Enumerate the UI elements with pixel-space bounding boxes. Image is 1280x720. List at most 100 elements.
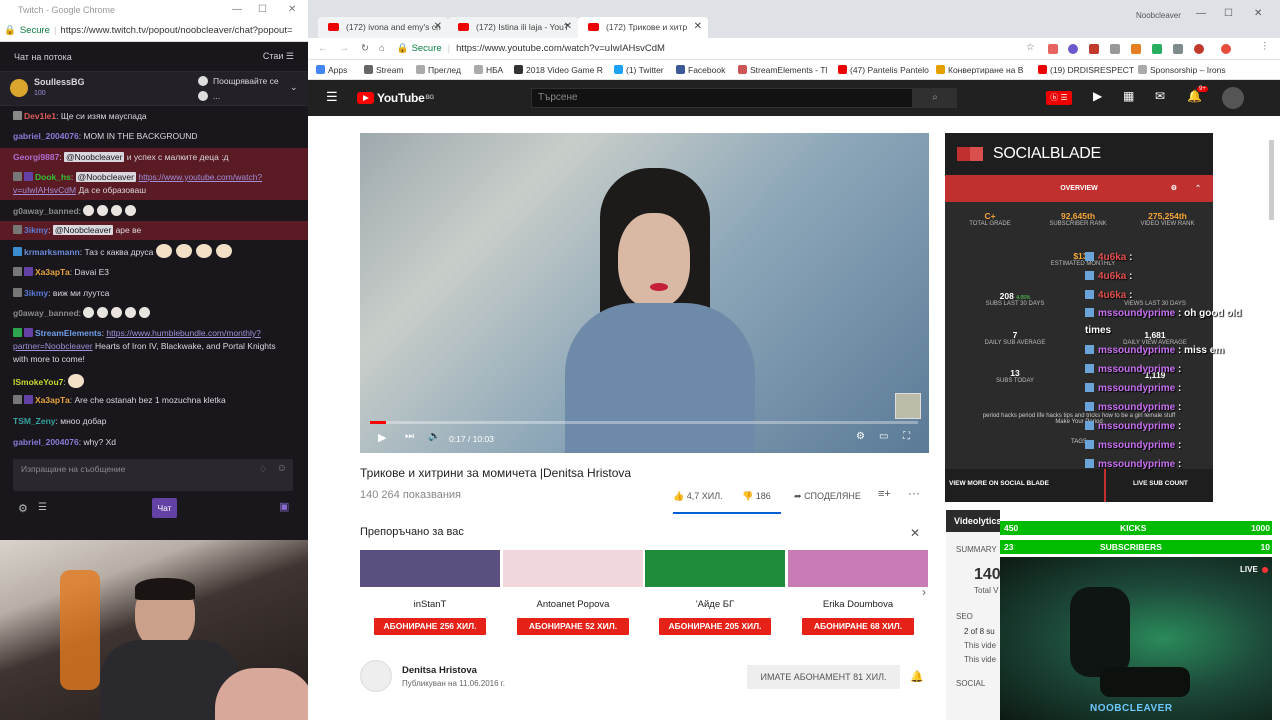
- bookmark-videogame[interactable]: 2018 Video Game R: [514, 65, 603, 75]
- bookmark-streamelements[interactable]: StreamElements - Tl: [738, 65, 827, 75]
- recommended-channel-card[interactable]: inStanT АБОНИРАНЕ 256 ХИЛ.: [360, 550, 500, 635]
- bookmark-facebook[interactable]: Facebook: [676, 65, 725, 75]
- bookmark-sponsorship[interactable]: Sponsorship – Irons: [1138, 65, 1226, 75]
- radio-icon[interactable]: [198, 91, 208, 101]
- dislike-button[interactable]: 👎 186: [742, 491, 771, 502]
- minimize-icon[interactable]: —: [232, 4, 242, 15]
- close-tab-icon[interactable]: ✕: [694, 21, 702, 32]
- url-field[interactable]: https://www.youtube.com/watch?v=uIwIAHsv…: [456, 43, 665, 54]
- volume-icon[interactable]: 🔊: [428, 431, 440, 442]
- video-player[interactable]: ▶ ⏭ 🔊 0:17 / 10:03 ⚙ ▭ ⛶: [360, 133, 929, 453]
- subscribe-button[interactable]: АБОНИРАНЕ 52 ХИЛ.: [517, 618, 629, 635]
- gear-icon[interactable]: ⚙: [1171, 175, 1177, 202]
- minimize-icon[interactable]: —: [1196, 8, 1206, 19]
- search-input[interactable]: Търсене: [531, 88, 913, 108]
- close-icon[interactable]: ✕: [1254, 8, 1262, 19]
- emoji-icon[interactable]: ☺: [277, 463, 287, 474]
- maximize-icon[interactable]: ☐: [258, 4, 267, 15]
- fullscreen-icon[interactable]: ⛶: [903, 431, 910, 442]
- extension-icon[interactable]: [1221, 44, 1231, 54]
- recommended-channel-card[interactable]: Antoanet Popova АБОНИРАНЕ 52 ХИЛ.: [503, 550, 643, 635]
- bookmark-preview[interactable]: Преглед: [416, 65, 461, 75]
- star-icon[interactable]: ☆: [1026, 42, 1035, 53]
- bookmark-apps[interactable]: Apps: [316, 65, 347, 75]
- chat-username[interactable]: gabriel_2004076: [13, 131, 79, 141]
- bits-icon[interactable]: ♢: [259, 464, 267, 475]
- rooms-button[interactable]: Стаи ☰: [263, 51, 294, 62]
- close-icon[interactable]: ✕: [288, 4, 296, 15]
- view-more-link[interactable]: VIEW MORE ON SOCIAL BLADE: [949, 480, 1049, 487]
- close-tab-icon[interactable]: ✕: [564, 21, 572, 32]
- chevron-down-icon[interactable]: ⌄: [290, 82, 298, 93]
- recommended-channel-card[interactable]: Erika Doumbova АБОНИРАНЕ 68 ХИЛ.: [788, 550, 928, 635]
- subscribe-button[interactable]: АБОНИРАНЕ 256 ХИЛ.: [374, 618, 486, 635]
- tab-overview[interactable]: OVERVIEW ⚙ ⌃: [945, 175, 1213, 202]
- menu-dots-icon[interactable]: ⋮: [1260, 41, 1270, 52]
- chat-username[interactable]: krmarksmann: [24, 247, 80, 257]
- recommended-channel-card[interactable]: 'Айде БГ АБОНИРАНЕ 205 ХИЛ.: [645, 550, 785, 635]
- extension-icon[interactable]: [1194, 44, 1204, 54]
- forward-icon[interactable]: →: [340, 43, 350, 54]
- channel-name[interactable]: Denitsa Hristova: [402, 665, 477, 676]
- chevron-up-icon[interactable]: ⌃: [1195, 175, 1201, 202]
- extension-icon[interactable]: [1131, 44, 1141, 54]
- chat-username[interactable]: ISmokeYou7: [13, 377, 63, 387]
- like-button[interactable]: 👍 4,7 ХИЛ.: [673, 491, 723, 502]
- live-sub-count-link[interactable]: LIVE SUB COUNT: [1133, 480, 1188, 487]
- extension-icon[interactable]: [1173, 44, 1183, 54]
- tab-3-active[interactable]: (172) Трикове и хитр ✕: [578, 17, 708, 38]
- avatar[interactable]: [360, 660, 392, 692]
- gift-icon[interactable]: ▣: [279, 500, 289, 513]
- pinned-user[interactable]: SoullessBG: [34, 77, 85, 87]
- subscribe-button[interactable]: АБОНИРАНЕ 68 ХИЛ.: [802, 618, 914, 635]
- chat-send-button[interactable]: Чат: [152, 498, 177, 518]
- next-icon[interactable]: ⏭: [405, 431, 414, 442]
- subscribe-button[interactable]: АБОНИРАНЕ 205 ХИЛ.: [659, 618, 771, 635]
- add-to-playlist-icon[interactable]: ≡+: [878, 488, 891, 500]
- progress-bar[interactable]: [370, 421, 918, 424]
- avatar[interactable]: [1222, 87, 1244, 109]
- chat-username[interactable]: g0away_banned: [13, 206, 79, 216]
- bookmark-drdisrespect[interactable]: (19) DRDISRESPECT: [1038, 65, 1134, 75]
- chat-address-bar[interactable]: 🔒 Secure | https://www.twitch.tv/popout/…: [0, 20, 308, 42]
- chat-username[interactable]: Dook_hs: [35, 172, 71, 182]
- studio-icon[interactable]: ⓑ ☰: [1046, 91, 1072, 105]
- tab-2[interactable]: (172) Istina ili laja - YouT ✕: [448, 17, 578, 38]
- chat-username[interactable]: g0away_banned: [13, 308, 79, 318]
- bookmark-stream[interactable]: Stream: [364, 65, 403, 75]
- profile-name[interactable]: Noobcleaver: [1136, 11, 1181, 20]
- chat-input[interactable]: Изпращане на съобщение ♢ ☺: [13, 459, 293, 491]
- bookmark-twitter[interactable]: (1) Twitter: [614, 65, 664, 75]
- extension-icon[interactable]: [1110, 44, 1120, 54]
- search-button[interactable]: ⌕: [913, 88, 957, 108]
- bookmark-nba[interactable]: НБА: [474, 65, 503, 75]
- extension-icon[interactable]: [1068, 44, 1078, 54]
- play-icon[interactable]: ▶: [378, 431, 386, 444]
- more-icon[interactable]: ···: [908, 486, 920, 500]
- chat-username[interactable]: 3ikmy: [24, 288, 48, 298]
- extension-icon[interactable]: [1048, 44, 1058, 54]
- chat-username[interactable]: Dev1le1: [24, 111, 56, 121]
- settings-icon[interactable]: ⚙: [856, 431, 865, 442]
- extension-icon[interactable]: [1089, 44, 1099, 54]
- messages-icon[interactable]: ✉: [1155, 89, 1165, 103]
- chat-username[interactable]: Ха3арТа: [35, 395, 70, 405]
- hamburger-icon[interactable]: ☰: [326, 89, 338, 105]
- home-icon[interactable]: ⌂: [379, 43, 385, 54]
- chat-username[interactable]: StreamElements: [35, 328, 102, 338]
- chat-username[interactable]: TSM_Zeny: [13, 416, 56, 426]
- gear-icon[interactable]: ⚙: [18, 502, 28, 515]
- upload-icon[interactable]: ▶: [1093, 89, 1102, 103]
- chat-username[interactable]: 3ikmy: [24, 225, 48, 235]
- chat-username[interactable]: Ха3арТа: [35, 267, 70, 277]
- chevron-right-icon[interactable]: ›: [922, 585, 926, 599]
- chat-username[interactable]: gabriel_2004076: [13, 437, 79, 447]
- scrollbar[interactable]: [1269, 140, 1274, 220]
- share-button[interactable]: ➦ СПОДЕЛЯНЕ: [794, 491, 861, 502]
- theater-mode-icon[interactable]: ▭: [879, 431, 888, 442]
- chat-username[interactable]: Georgi9887: [13, 152, 59, 162]
- reload-icon[interactable]: ↻: [361, 43, 369, 54]
- tab-1[interactable]: (172) ivona and emy's ch ✕: [318, 17, 448, 38]
- bell-icon[interactable]: 🔔: [910, 670, 924, 683]
- back-icon[interactable]: ←: [318, 43, 328, 54]
